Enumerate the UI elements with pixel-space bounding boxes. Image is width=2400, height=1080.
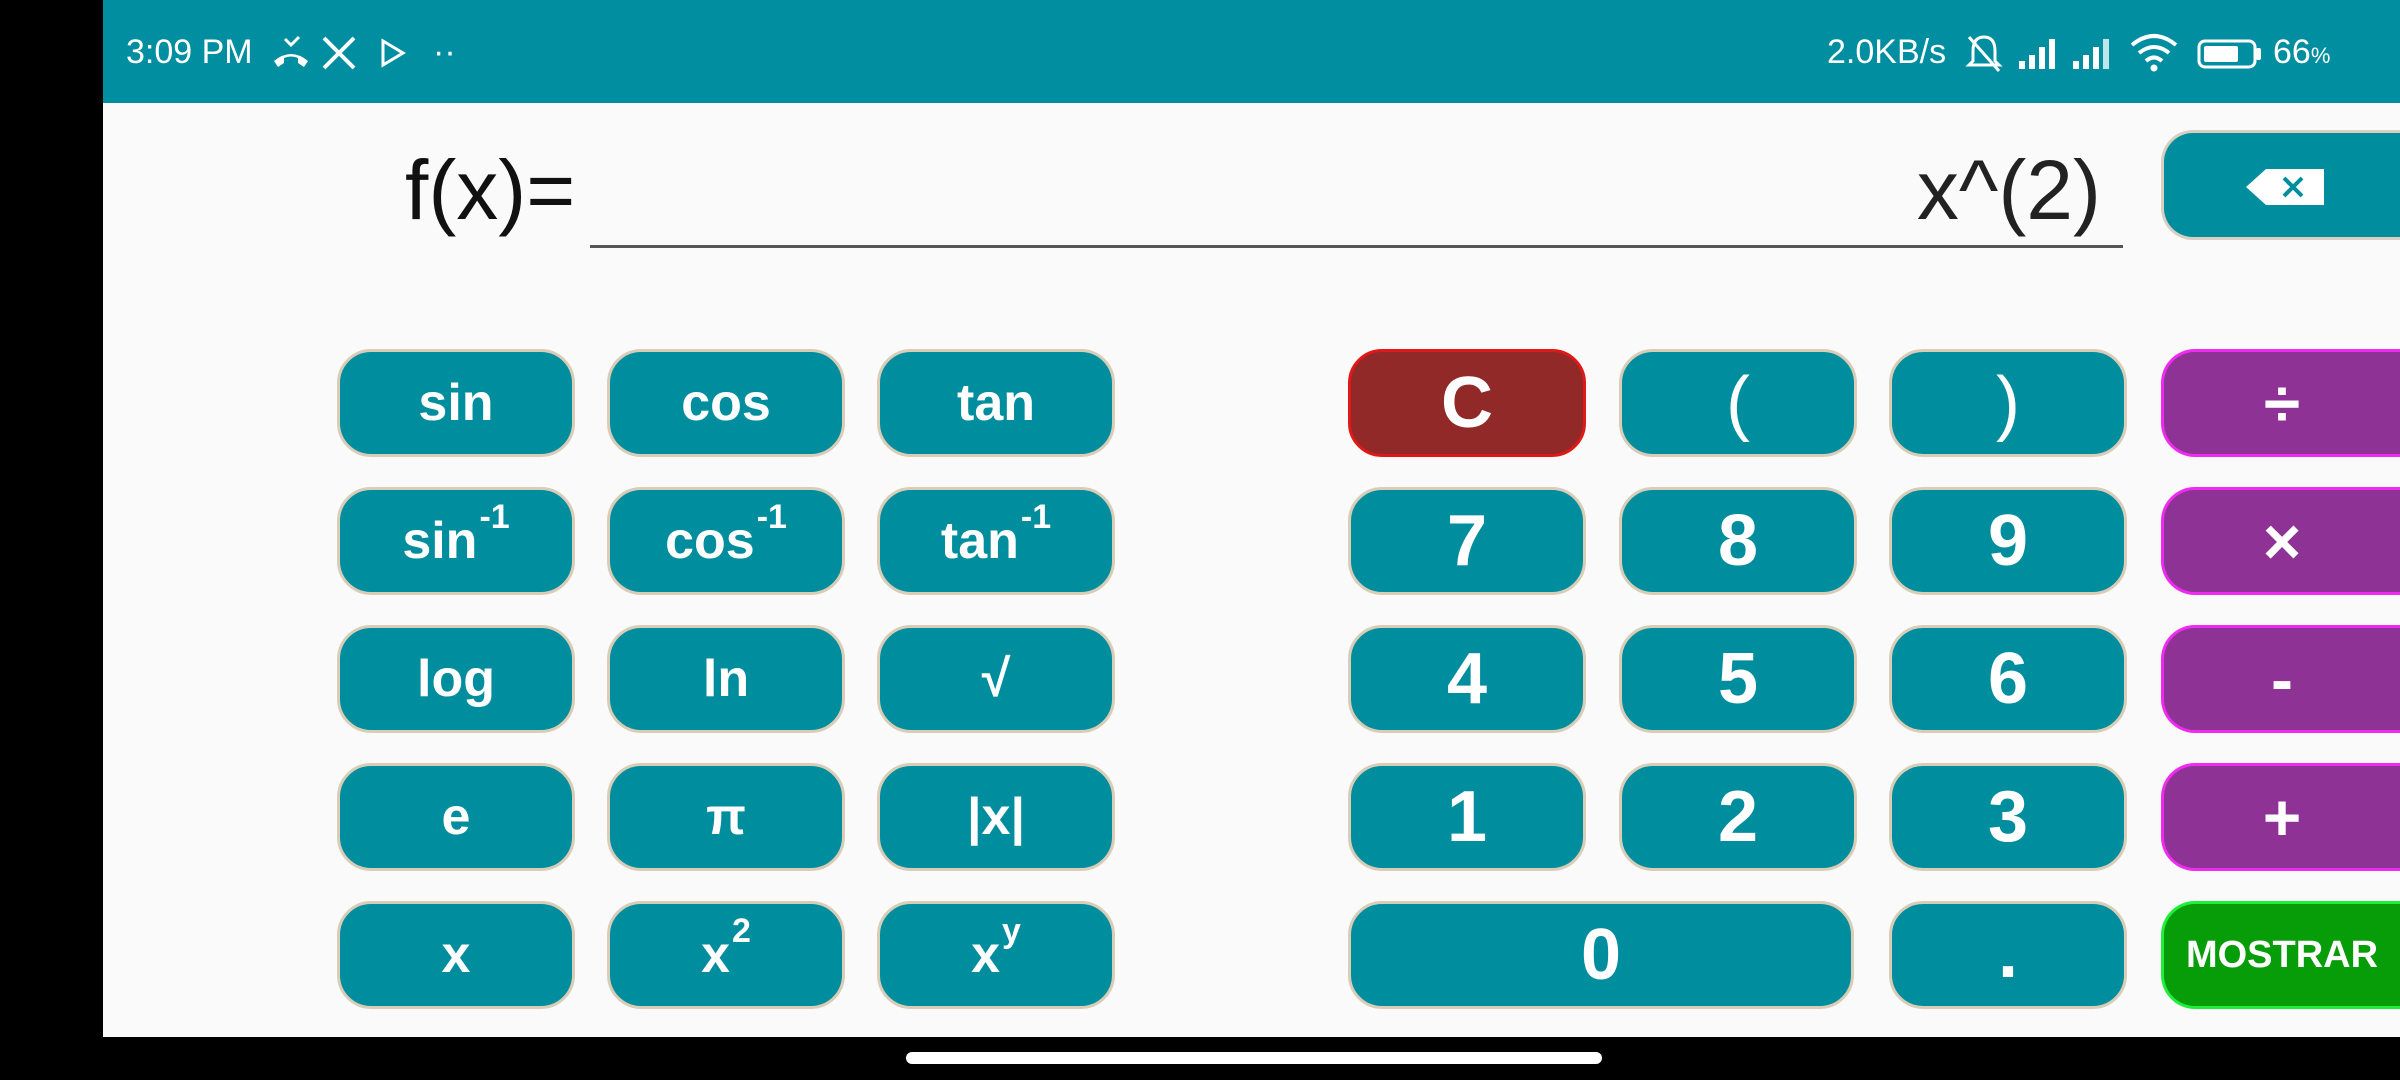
x-power-base: x	[971, 926, 1000, 984]
arctan-button[interactable]: tan -1	[877, 487, 1115, 595]
left-paren-button[interactable]: (	[1619, 349, 1857, 457]
status-bar: 3:09 PM ·· 2.0KB/s 66%	[103, 0, 2400, 103]
digit-7-button[interactable]: 7	[1348, 487, 1586, 595]
play-store-icon	[381, 38, 406, 68]
abs-button[interactable]: |x|	[877, 763, 1115, 871]
missed-call-icon	[274, 35, 308, 67]
battery-icon	[2197, 39, 2261, 69]
wifi-icon	[2130, 34, 2178, 72]
digit-9-button[interactable]: 9	[1889, 487, 2127, 595]
expression-input[interactable]: x^(2)	[590, 130, 2123, 248]
x-app-icon	[322, 36, 356, 70]
x-squared-exponent: 2	[732, 911, 751, 950]
signal-sim2-icon	[2073, 39, 2109, 69]
calculator-screen: 3:09 PM ·· 2.0KB/s 66% f(x)= x^(2) sin c…	[103, 0, 2400, 1037]
arcsin-label: sin	[402, 512, 478, 570]
digit-5-button[interactable]: 5	[1619, 625, 1857, 733]
more-notifications-icon: ··	[433, 33, 456, 71]
digit-8-button[interactable]: 8	[1619, 487, 1857, 595]
arcsin-button[interactable]: sin -1	[337, 487, 575, 595]
sin-button[interactable]: sin	[337, 349, 575, 457]
battery-percent: 66%	[2273, 33, 2331, 71]
status-time: 3:09 PM	[126, 33, 253, 71]
home-indicator[interactable]	[906, 1052, 1602, 1064]
arccos-exponent: -1	[756, 497, 787, 536]
clear-button[interactable]: C	[1348, 349, 1586, 457]
tan-button[interactable]: tan	[877, 349, 1115, 457]
cos-button[interactable]: cos	[607, 349, 845, 457]
minus-button[interactable]: -	[2161, 625, 2400, 733]
show-graph-button[interactable]: MOSTRAR	[2161, 901, 2400, 1009]
arccos-button[interactable]: cos -1	[607, 487, 845, 595]
pi-button[interactable]: π	[607, 763, 845, 871]
x-squared-button[interactable]: x2	[607, 901, 845, 1009]
digit-3-button[interactable]: 3	[1889, 763, 2127, 871]
x-squared-base: x	[701, 926, 730, 984]
log-button[interactable]: log	[337, 625, 575, 733]
digit-6-button[interactable]: 6	[1889, 625, 2127, 733]
x-power-exponent: y	[1002, 911, 1021, 950]
network-speed: 2.0KB/s	[1827, 33, 1947, 71]
mute-bell-icon	[1965, 35, 2003, 72]
digit-1-button[interactable]: 1	[1348, 763, 1586, 871]
x-power-y-button[interactable]: xy	[877, 901, 1115, 1009]
function-label: f(x)=	[405, 143, 576, 237]
digit-2-button[interactable]: 2	[1619, 763, 1857, 871]
arccos-label: cos	[665, 512, 755, 570]
arctan-exponent: -1	[1020, 497, 1052, 536]
digit-0-button[interactable]: 0	[1348, 901, 1854, 1009]
expression-value: x^(2)	[1916, 143, 2101, 237]
plus-button[interactable]: +	[2161, 763, 2400, 871]
arctan-label: tan	[940, 512, 1019, 570]
e-button[interactable]: e	[337, 763, 575, 871]
arcsin-exponent: -1	[479, 497, 510, 536]
backspace-button[interactable]	[2161, 130, 2400, 240]
digit-4-button[interactable]: 4	[1348, 625, 1586, 733]
multiply-button[interactable]: ×	[2161, 487, 2400, 595]
divide-button[interactable]: ÷	[2161, 349, 2400, 457]
signal-sim1-icon	[2019, 39, 2055, 69]
right-paren-button[interactable]: )	[1889, 349, 2127, 457]
decimal-point-button[interactable]: .	[1889, 901, 2127, 1009]
ln-button[interactable]: ln	[607, 625, 845, 733]
backspace-icon	[2246, 169, 2324, 205]
sqrt-button[interactable]: √	[877, 625, 1115, 733]
x-variable-button[interactable]: x	[337, 901, 575, 1009]
